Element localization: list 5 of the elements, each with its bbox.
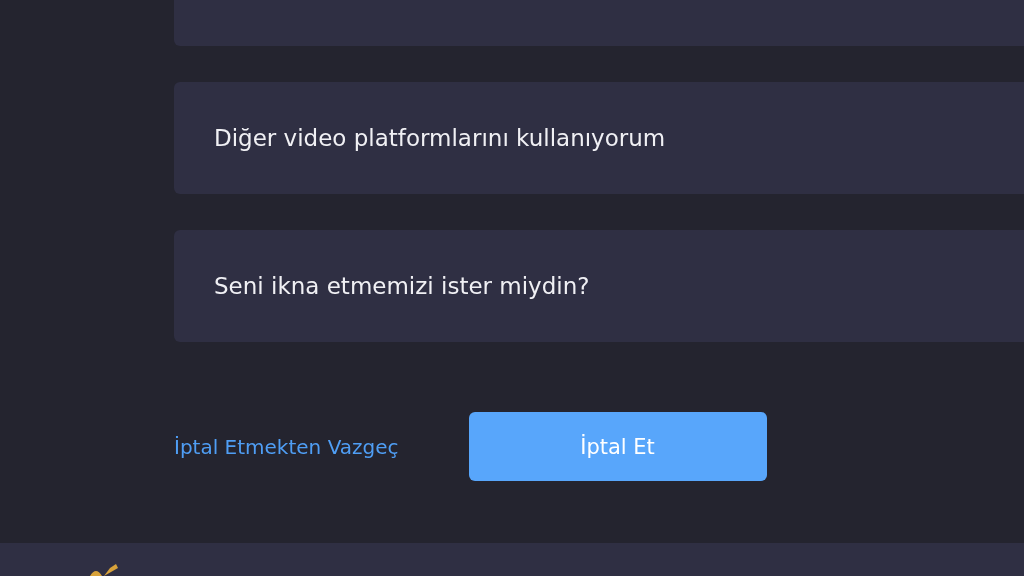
option-card[interactable]: Seni ikna etmemizi ister miydin? [174, 230, 1024, 342]
option-label: Diğer video platformlarını kullanıyorum [214, 125, 666, 151]
option-card[interactable]: Diğer video platformlarını kullanıyorum [174, 82, 1024, 194]
keep-subscription-link[interactable]: İptal Etmekten Vazgeç [174, 434, 399, 459]
option-label: Seni ikna etmemizi ister miydin? [214, 273, 590, 299]
